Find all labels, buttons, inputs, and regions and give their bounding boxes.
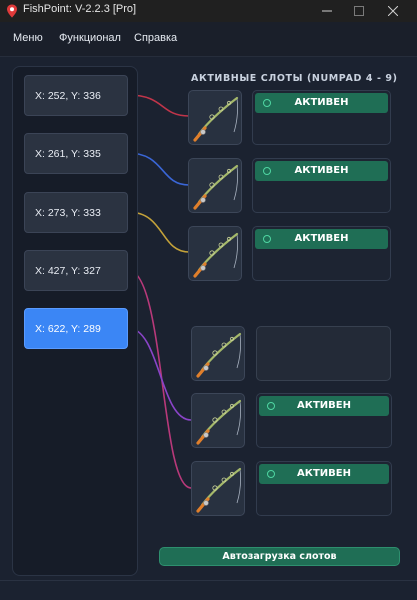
slot-6-rod-button[interactable] <box>191 461 245 516</box>
coordinates-panel: X: 252, Y: 336 X: 261, Y: 335 X: 273, Y:… <box>12 66 138 576</box>
slot-1-status-button[interactable]: АКТИВЕН <box>255 93 388 113</box>
slot-3-status-label: АКТИВЕН <box>294 233 349 244</box>
bottom-divider <box>0 580 417 581</box>
slot-1-status-label: АКТИВЕН <box>294 97 349 108</box>
slot-2-panel: АКТИВЕН <box>252 158 391 213</box>
slot-5-status-button[interactable]: АКТИВЕН <box>259 396 389 416</box>
active-slots-title: АКТИВНЫЕ СЛОТЫ (NUMPAD 4 - 9) <box>191 73 398 84</box>
fishing-rod-icon <box>196 399 242 445</box>
coord-button-4[interactable]: X: 427, Y: 327 <box>24 250 128 291</box>
slot-1-panel: АКТИВЕН <box>252 90 391 145</box>
slot-6-panel: АКТИВЕН <box>256 461 392 516</box>
slot-5-status-label: АКТИВЕН <box>297 400 351 411</box>
fishing-rod-icon <box>193 164 239 210</box>
slot-4-panel[interactable] <box>256 326 391 381</box>
coord-button-3[interactable]: X: 273, Y: 333 <box>24 192 128 233</box>
fishing-rod-icon <box>196 332 242 378</box>
coord-button-2[interactable]: X: 261, Y: 335 <box>24 133 128 174</box>
slot-3-status-button[interactable]: АКТИВЕН <box>255 229 388 249</box>
slot-6-status-label: АКТИВЕН <box>297 468 351 479</box>
coord-button-5[interactable]: X: 622, Y: 289 <box>24 308 128 349</box>
slot-5-panel: АКТИВЕН <box>256 393 392 448</box>
slot-3-rod-button[interactable] <box>188 226 242 281</box>
slot-2-status-button[interactable]: АКТИВЕН <box>255 161 388 181</box>
coord-button-1[interactable]: X: 252, Y: 336 <box>24 75 128 116</box>
slot-2-status-label: АКТИВЕН <box>294 165 349 176</box>
slot-4-rod-button[interactable] <box>191 326 245 381</box>
fishing-rod-icon <box>193 232 239 278</box>
slot-1-rod-button[interactable] <box>188 90 242 145</box>
fishing-rod-icon <box>193 96 239 142</box>
slot-3-panel: АКТИВЕН <box>252 226 391 281</box>
fishing-rod-icon <box>196 467 242 513</box>
slot-5-rod-button[interactable] <box>191 393 245 448</box>
autoload-slots-button[interactable]: Автозагрузка слотов <box>159 547 400 566</box>
slot-2-rod-button[interactable] <box>188 158 242 213</box>
slot-6-status-button[interactable]: АКТИВЕН <box>259 464 389 484</box>
